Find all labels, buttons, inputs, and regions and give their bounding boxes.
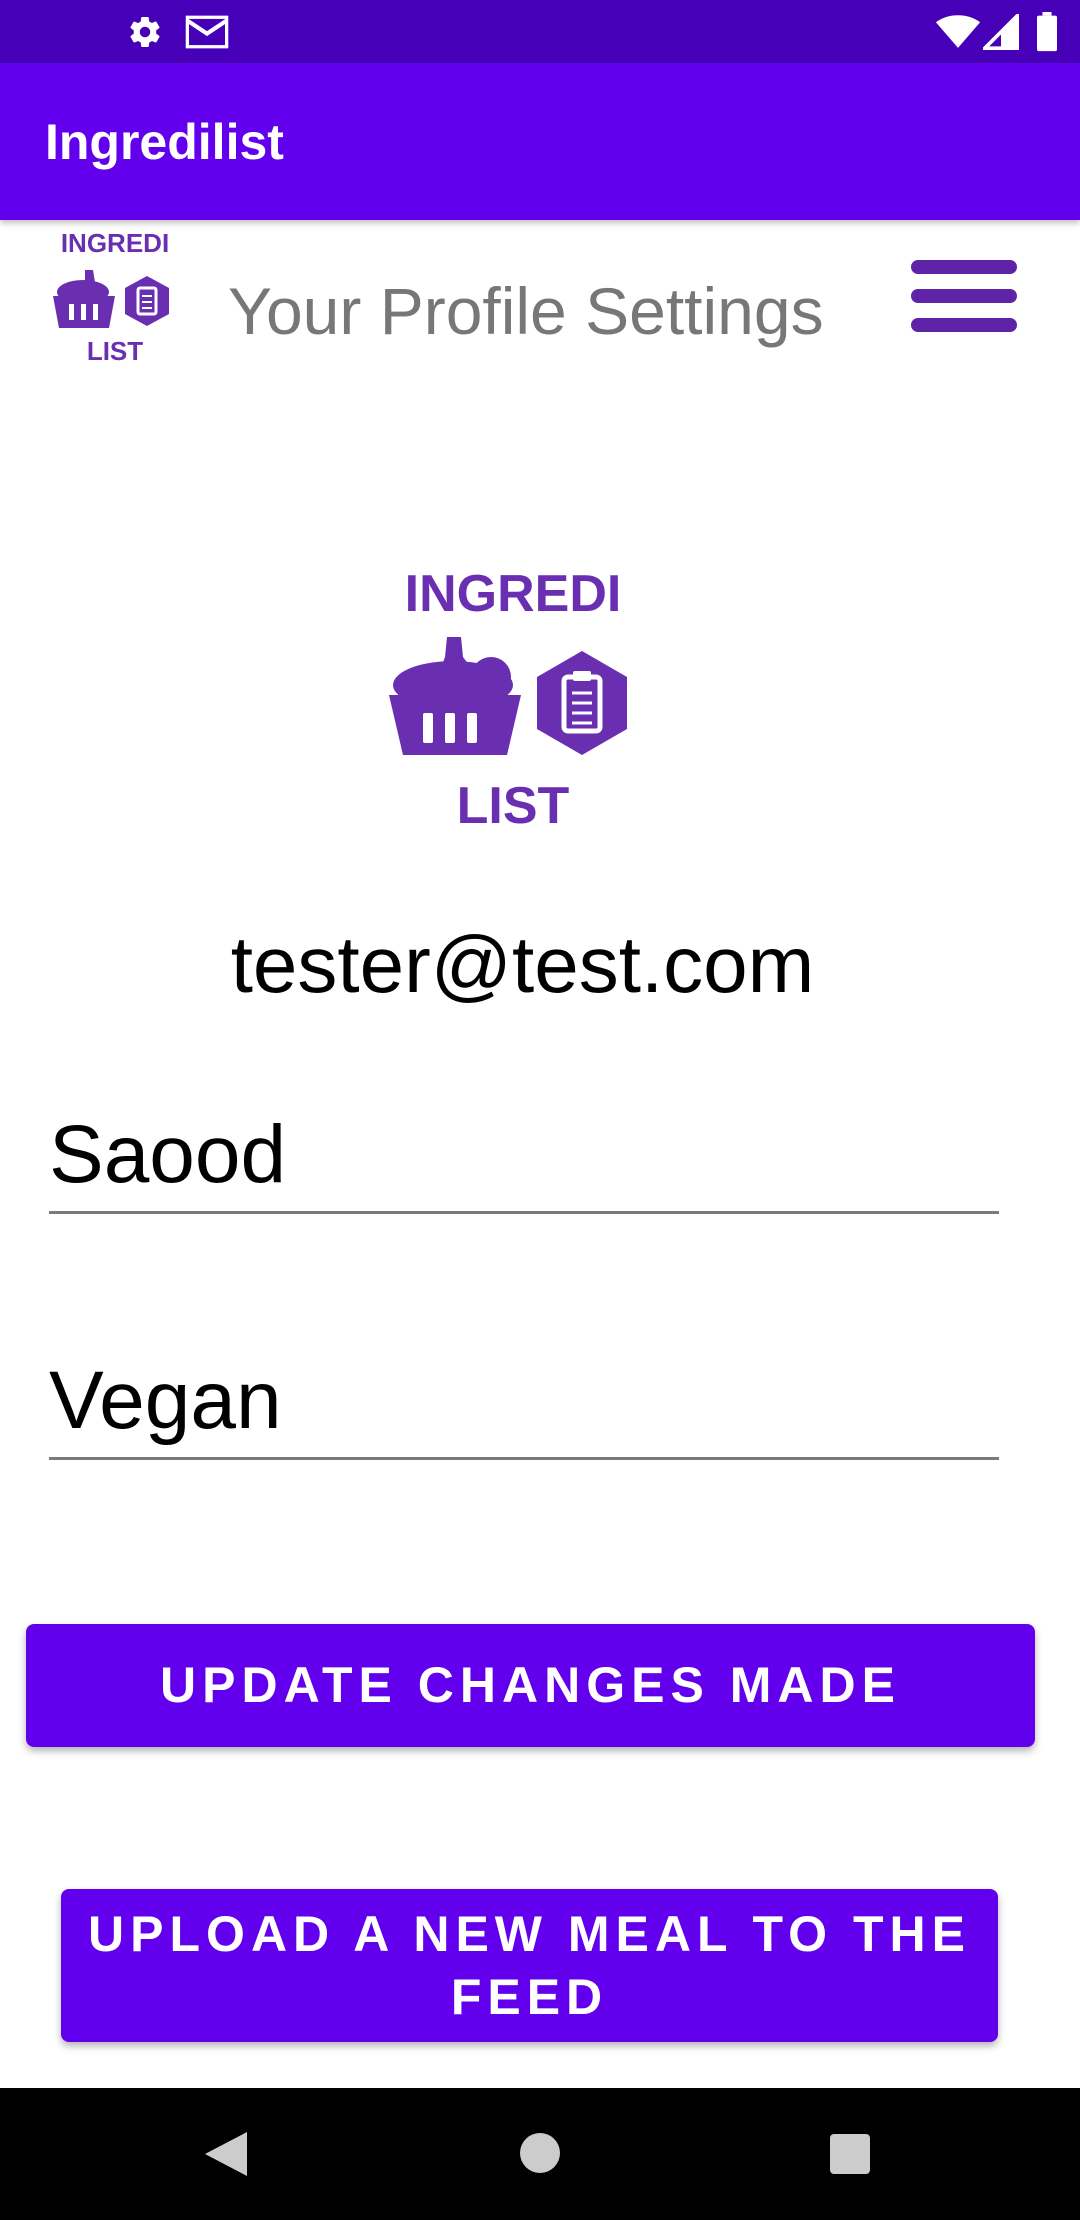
battery-icon (1037, 12, 1057, 52)
app-bar: Ingredilist (0, 63, 1080, 220)
system-nav-bar (0, 2088, 1080, 2220)
gear-icon (130, 17, 160, 48)
page-title: Your Profile Settings (228, 274, 824, 348)
signal-icon (983, 14, 1019, 50)
back-triangle-icon[interactable] (203, 2130, 249, 2178)
profile-email: tester@test.com (230, 920, 815, 1009)
mail-icon (185, 15, 229, 49)
upload-meal-label: UPLOAD A NEW MEAL TO THE FEED (88, 1906, 971, 2025)
svg-text:INGREDI: INGREDI (61, 230, 169, 258)
home-circle-icon[interactable] (519, 2132, 561, 2174)
menu-bar (911, 289, 1017, 303)
update-changes-button[interactable]: UPDATE CHANGES MADE (26, 1624, 1035, 1747)
name-field[interactable] (49, 1104, 999, 1214)
wifi-icon (935, 15, 981, 48)
hamburger-menu-icon[interactable] (905, 252, 1025, 348)
ingredilist-logo-small: INGREDI LIST (53, 230, 169, 366)
svg-text:INGREDI: INGREDI (405, 565, 622, 623)
menu-bar (911, 318, 1017, 332)
svg-text:LIST: LIST (87, 336, 143, 366)
upload-meal-button[interactable]: UPLOAD A NEW MEAL TO THE FEED (61, 1889, 998, 2042)
screen: Ingredilist INGREDI LIST Your Profile Se… (0, 0, 1080, 2220)
ingredilist-logo-large: INGREDI LIST (389, 565, 627, 835)
recents-square-icon[interactable] (829, 2133, 871, 2175)
svg-text:LIST: LIST (457, 777, 570, 835)
app-title: Ingredilist (45, 114, 284, 170)
menu-bar (911, 260, 1017, 274)
update-changes-label: UPDATE CHANGES MADE (160, 1657, 901, 1714)
diet-field[interactable] (49, 1350, 999, 1460)
status-bar (0, 0, 1080, 63)
